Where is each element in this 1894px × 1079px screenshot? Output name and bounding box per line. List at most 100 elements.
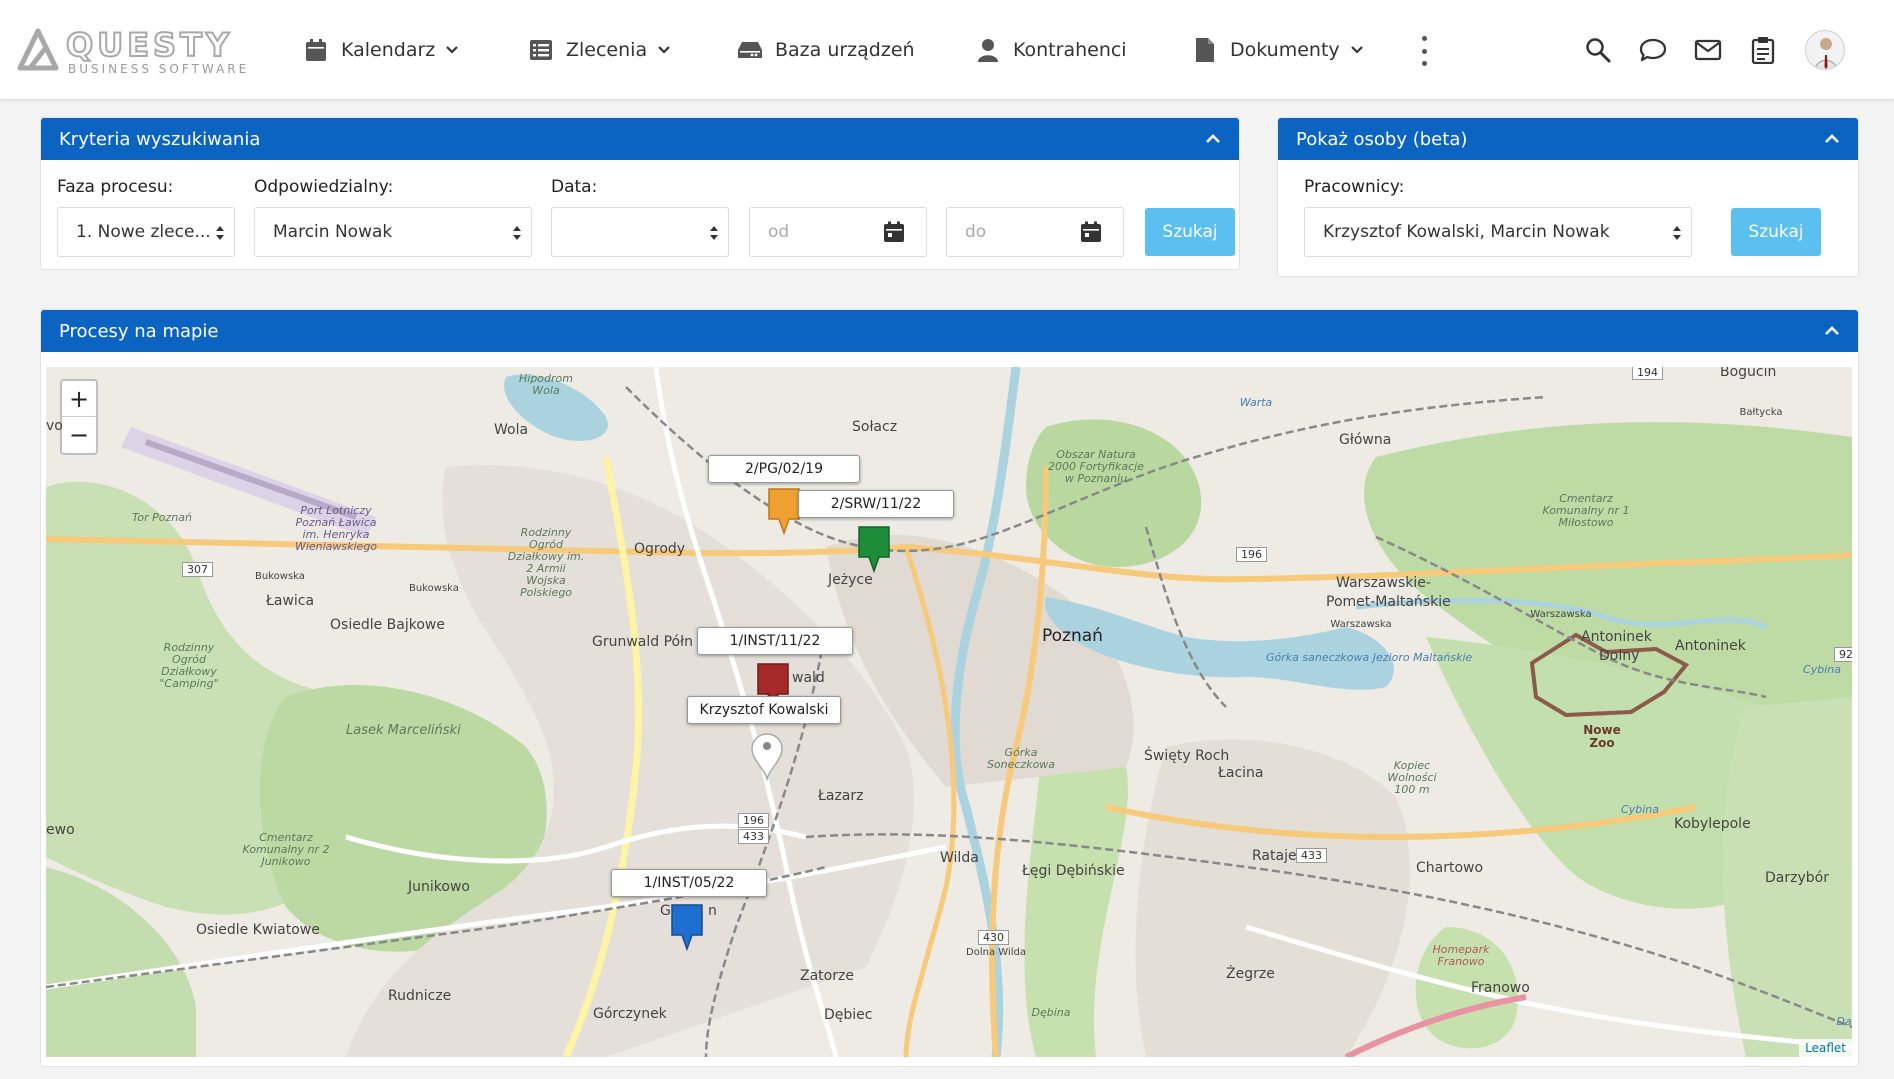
search-icon[interactable] bbox=[1583, 35, 1613, 65]
employees-label: Pracownicy: bbox=[1304, 177, 1405, 197]
map-label: Pomet-Maltańskie bbox=[1326, 594, 1451, 610]
map-label: Port Lotniczy Poznań Ławica im. Henryka … bbox=[294, 504, 378, 553]
marker-tooltip: 2/SRW/11/22 bbox=[798, 490, 954, 518]
map-label: Obszar Natura 2000 Fortyfikacje w Poznan… bbox=[1048, 448, 1144, 485]
nav-calendar-label: Kalendarz bbox=[341, 39, 436, 61]
map-panel-header[interactable]: Procesy na mapie bbox=[41, 310, 1858, 352]
zoom-in-button[interactable]: + bbox=[62, 381, 96, 417]
map-label: Cybina bbox=[1803, 663, 1841, 676]
map-label: Hipodrom Wola bbox=[519, 372, 573, 397]
chevron-up-icon[interactable] bbox=[1824, 323, 1840, 339]
phase-select[interactable]: 1. Nowe zlece... bbox=[57, 207, 235, 257]
clipboard-icon[interactable] bbox=[1748, 35, 1778, 65]
people-panel: Pokaż osoby (beta) Pracownicy: Krzysztof… bbox=[1277, 117, 1859, 277]
marker-green-pin[interactable] bbox=[857, 525, 891, 575]
map-label: n bbox=[708, 903, 717, 919]
marker-tooltip: 1/INST/11/22 bbox=[697, 627, 853, 655]
select-arrows-icon bbox=[513, 226, 521, 240]
map-label: Ławica bbox=[266, 593, 315, 609]
road-number: 430 bbox=[978, 930, 1009, 945]
map-label: Homepark Franowo bbox=[1432, 943, 1490, 968]
people-panel-header[interactable]: Pokaż osoby (beta) bbox=[1278, 118, 1858, 160]
road-number: 433 bbox=[1296, 848, 1327, 863]
map-label: Cmentarz Komunalny nr 1 Miłostowo bbox=[1542, 492, 1630, 529]
map-label: Cmentarz Komunalny nr 2 Junikowo bbox=[242, 831, 330, 868]
marker-blue-pin[interactable] bbox=[670, 903, 704, 953]
panel-title: Procesy na mapie bbox=[59, 320, 219, 342]
map-label: Franowo bbox=[1471, 980, 1530, 996]
responsible-value: Marcin Nowak bbox=[273, 222, 393, 242]
map-label: Bukowska bbox=[409, 583, 459, 594]
zoom-out-button[interactable]: − bbox=[62, 417, 96, 453]
list-icon bbox=[528, 37, 554, 63]
nav-orders-label: Zlecenia bbox=[566, 39, 648, 61]
nav-devices[interactable]: Baza urządzeń bbox=[737, 34, 915, 66]
logo-name: QUESTY bbox=[65, 25, 234, 65]
map-label: Chartowo bbox=[1416, 860, 1484, 876]
date-from-calendar-button[interactable] bbox=[861, 207, 927, 257]
date-label: Data: bbox=[551, 177, 598, 197]
map-label: Kobylepole bbox=[1674, 816, 1751, 832]
user-avatar[interactable] bbox=[1805, 30, 1845, 70]
nav-orders[interactable]: Zlecenia bbox=[528, 34, 671, 66]
map-label: Grunwald Półn bbox=[592, 634, 693, 650]
map-label: Warszawska bbox=[1530, 609, 1592, 620]
map-label: Cybina bbox=[1621, 803, 1659, 816]
responsible-label: Odpowiedzialny: bbox=[254, 177, 394, 197]
nav-documents-label: Dokumenty bbox=[1230, 39, 1340, 61]
map-label: Antoninek bbox=[1581, 629, 1652, 645]
road-number: 196 bbox=[738, 813, 769, 828]
map-label: Żegrze bbox=[1226, 966, 1275, 982]
road-number: 92 bbox=[1834, 647, 1852, 662]
calendar-icon bbox=[303, 37, 329, 63]
chevron-up-icon[interactable] bbox=[1205, 131, 1221, 147]
map-label: Główna bbox=[1339, 432, 1392, 448]
map-label: vo bbox=[46, 418, 63, 434]
map-label: Warszawska bbox=[1330, 619, 1392, 630]
nav-contractors[interactable]: Kontrahenci bbox=[975, 34, 1127, 66]
map-label: Da bbox=[1836, 1015, 1852, 1028]
mail-icon[interactable] bbox=[1693, 35, 1723, 65]
logo-icon bbox=[17, 28, 59, 71]
search-criteria-header[interactable]: Kryteria wyszukiwania bbox=[41, 118, 1239, 160]
map-view[interactable]: + − Wola Sołacz Ogrody Jeżyce Ławica Osi… bbox=[46, 367, 1852, 1057]
map-label: Osiedle Bajkowe bbox=[330, 617, 445, 633]
date-from-input[interactable]: od bbox=[749, 207, 862, 257]
chevron-up-icon[interactable] bbox=[1824, 131, 1840, 147]
search-button[interactable]: Szukaj bbox=[1145, 208, 1235, 256]
map-zoom-control: + − bbox=[60, 379, 98, 455]
more-menu-icon[interactable] bbox=[1414, 36, 1434, 66]
employees-value: Krzysztof Kowalski, Marcin Nowak bbox=[1323, 222, 1610, 242]
nav-documents[interactable]: Dokumenty bbox=[1192, 34, 1364, 66]
map-label: Warta bbox=[1239, 396, 1273, 409]
chevron-down-icon bbox=[446, 46, 459, 54]
questy-logo[interactable]: QUESTY BUSINESS SOFTWARE bbox=[16, 25, 276, 76]
calendar-icon bbox=[1080, 221, 1101, 242]
map-label: Wilda bbox=[940, 850, 979, 866]
map-label: Ogrody bbox=[634, 541, 686, 557]
panel-title: Pokaż osoby (beta) bbox=[1296, 128, 1468, 150]
date-to-input[interactable]: do bbox=[946, 207, 1059, 257]
marker-person-pin[interactable] bbox=[750, 732, 784, 782]
date-to-calendar-button[interactable] bbox=[1058, 207, 1124, 257]
map-label: ewo bbox=[46, 822, 75, 838]
map-label: Lasek Marceliński bbox=[346, 723, 461, 738]
nav-calendar[interactable]: Kalendarz bbox=[303, 34, 459, 66]
people-search-button[interactable]: Szukaj bbox=[1731, 208, 1821, 256]
phase-label: Faza procesu: bbox=[57, 177, 174, 197]
road-number: 433 bbox=[738, 829, 769, 844]
marker-tooltip: 2/PG/02/19 bbox=[708, 455, 860, 483]
marker-orange-pin[interactable] bbox=[767, 487, 801, 537]
map-label: Tor Poznań bbox=[132, 511, 192, 524]
leaflet-attribution[interactable]: Leaflet bbox=[1799, 1039, 1852, 1057]
avatar-image bbox=[1806, 31, 1844, 69]
map-label: Zatorze bbox=[800, 968, 854, 984]
map-label: Bukowska bbox=[255, 571, 305, 582]
map-label: Antoninek bbox=[1675, 638, 1746, 654]
responsible-select[interactable]: Marcin Nowak bbox=[254, 207, 532, 257]
map-label: Kopiec Wolności 100 m bbox=[1387, 759, 1437, 796]
select-arrows-icon bbox=[710, 226, 718, 240]
date-select[interactable] bbox=[551, 207, 729, 257]
chat-icon[interactable] bbox=[1638, 35, 1668, 65]
employees-select[interactable]: Krzysztof Kowalski, Marcin Nowak bbox=[1304, 207, 1692, 257]
